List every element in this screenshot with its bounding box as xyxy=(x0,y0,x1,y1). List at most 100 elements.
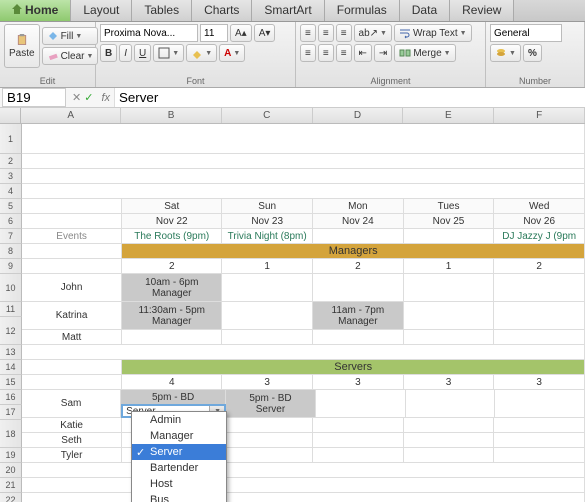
row-header-10[interactable]: 10 xyxy=(0,274,22,302)
fill-color-button[interactable]: ▼ xyxy=(186,44,217,62)
row-header-7[interactable]: 7 xyxy=(0,229,22,244)
row-header-1[interactable]: 1 xyxy=(0,124,22,154)
wrap-text-button[interactable]: Wrap Text▼ xyxy=(394,24,472,42)
shift-cell: 11:30am - 5pmManager xyxy=(122,302,222,330)
row-header-8[interactable]: 8 xyxy=(0,244,22,259)
manager-count: 2 xyxy=(313,259,404,274)
dropdown-option[interactable]: Bus xyxy=(132,492,226,502)
row-header-18[interactable]: 18 xyxy=(0,420,22,448)
row-header-2[interactable]: 2 xyxy=(0,154,22,169)
paste-button[interactable]: Paste xyxy=(4,24,40,68)
fill-button[interactable]: Fill▼ xyxy=(42,27,99,45)
align-middle-button[interactable]: ≡ xyxy=(318,24,334,42)
border-icon xyxy=(158,47,170,59)
group-font: A▴ A▾ B I U ▼ ▼ A▼ Font xyxy=(96,22,296,87)
tab-data[interactable]: Data xyxy=(400,0,450,21)
row-header-19[interactable]: 19 xyxy=(0,448,22,463)
col-header-E[interactable]: E xyxy=(403,108,494,123)
shrink-font-button[interactable]: A▾ xyxy=(254,24,276,42)
percent-button[interactable]: % xyxy=(523,44,542,62)
grow-font-button[interactable]: A▴ xyxy=(230,24,252,42)
servers-band: Servers xyxy=(122,360,585,375)
row-header-5[interactable]: 5 xyxy=(0,199,22,214)
tab-review[interactable]: Review xyxy=(450,0,514,21)
row-header-15[interactable]: 15 xyxy=(0,375,22,390)
tab-home[interactable]: Home xyxy=(0,0,71,21)
dropdown-option[interactable]: Host xyxy=(132,476,226,492)
server-count: 4 xyxy=(122,375,222,390)
col-header-D[interactable]: D xyxy=(313,108,404,123)
row-header-22[interactable]: 22 xyxy=(0,493,22,502)
number-format-select[interactable] xyxy=(490,24,562,42)
border-button[interactable]: ▼ xyxy=(153,44,184,62)
row-header-9[interactable]: 9 xyxy=(0,259,22,274)
grid[interactable]: SatSunMonTuesWedNov 22Nov 23Nov 24Nov 25… xyxy=(22,124,585,502)
italic-button[interactable]: I xyxy=(119,44,132,62)
day-header: Sat xyxy=(122,199,222,214)
row-header-3[interactable]: 3 xyxy=(0,169,22,184)
dropdown-option[interactable]: Bartender xyxy=(132,460,226,476)
col-header-A[interactable]: A xyxy=(21,108,121,123)
formula-input[interactable] xyxy=(114,88,585,107)
group-edit: Paste Fill▼ Clear▼ Edit xyxy=(0,22,96,87)
row-header-20[interactable]: 20 xyxy=(0,463,22,478)
dropdown-option[interactable]: Manager xyxy=(132,428,226,444)
row-header-16[interactable]: 16 xyxy=(0,390,22,405)
row-header-11[interactable]: 11 xyxy=(0,302,22,317)
cancel-icon[interactable]: ✕ xyxy=(72,91,81,104)
font-name-select[interactable] xyxy=(100,24,198,42)
underline-button[interactable]: U xyxy=(134,44,151,62)
manager-name: Katrina xyxy=(22,302,122,330)
font-size-select[interactable] xyxy=(200,24,228,42)
column-headers: ABCDEF xyxy=(0,108,585,124)
clear-button[interactable]: Clear▼ xyxy=(42,47,99,65)
indent-decrease-button[interactable]: ⇤ xyxy=(354,44,372,62)
tab-tables[interactable]: Tables xyxy=(132,0,192,21)
managers-band: Managers xyxy=(122,244,585,259)
server-name: Tyler xyxy=(22,448,122,463)
bold-button[interactable]: B xyxy=(100,44,117,62)
orientation-button[interactable]: ab↗▼ xyxy=(354,24,392,42)
align-bottom-button[interactable]: ≡ xyxy=(336,24,352,42)
row-header-21[interactable]: 21 xyxy=(0,478,22,493)
manager-count: 2 xyxy=(122,259,222,274)
tab-layout[interactable]: Layout xyxy=(71,0,132,21)
col-header-C[interactable]: C xyxy=(222,108,313,123)
shift-cell: 11am - 7pmManager xyxy=(313,302,404,330)
tab-formulas[interactable]: Formulas xyxy=(325,0,400,21)
cell-dropdown[interactable]: AdminManagerServerBartenderHostBus xyxy=(131,411,227,502)
fx-icon[interactable]: fx xyxy=(97,92,114,104)
tab-charts[interactable]: Charts xyxy=(192,0,252,21)
manager-count: 1 xyxy=(222,259,313,274)
event-cell xyxy=(313,229,404,244)
align-center-button[interactable]: ≡ xyxy=(318,44,334,62)
col-header-F[interactable]: F xyxy=(494,108,585,123)
font-color-button[interactable]: A▼ xyxy=(219,44,245,62)
row-header-17[interactable]: 17 xyxy=(0,405,22,420)
currency-button[interactable]: ▼ xyxy=(490,44,521,62)
row-header-13[interactable]: 13 xyxy=(0,345,22,360)
server-name: Katie xyxy=(22,418,122,433)
group-alignment: ≡ ≡ ≡ ab↗▼ Wrap Text▼ ≡ ≡ ≡ ⇤ ⇥ Merge▼ A… xyxy=(296,22,486,87)
title-cell xyxy=(22,124,585,154)
ribbon-tabs: HomeLayoutTablesChartsSmartArtFormulasDa… xyxy=(0,0,585,22)
merge-button[interactable]: Merge▼ xyxy=(394,44,455,62)
date-header: Nov 26 xyxy=(494,214,585,229)
row-header-6[interactable]: 6 xyxy=(0,214,22,229)
select-all-corner[interactable] xyxy=(0,108,21,123)
dropdown-option[interactable]: Admin xyxy=(132,412,226,428)
clipboard-icon xyxy=(16,34,28,46)
confirm-icon[interactable]: ✓ xyxy=(84,91,93,104)
row-header-4[interactable]: 4 xyxy=(0,184,22,199)
name-box[interactable] xyxy=(2,88,66,107)
align-top-button[interactable]: ≡ xyxy=(300,24,316,42)
row-header-12[interactable]: 12 xyxy=(0,317,22,345)
event-cell: The Roots (9pm) xyxy=(122,229,222,244)
align-right-button[interactable]: ≡ xyxy=(336,44,352,62)
row-header-14[interactable]: 14 xyxy=(0,360,22,375)
indent-increase-button[interactable]: ⇥ xyxy=(374,44,392,62)
tab-smartart[interactable]: SmartArt xyxy=(252,0,324,21)
dropdown-option[interactable]: Server xyxy=(132,444,226,460)
align-left-button[interactable]: ≡ xyxy=(300,44,316,62)
col-header-B[interactable]: B xyxy=(121,108,221,123)
